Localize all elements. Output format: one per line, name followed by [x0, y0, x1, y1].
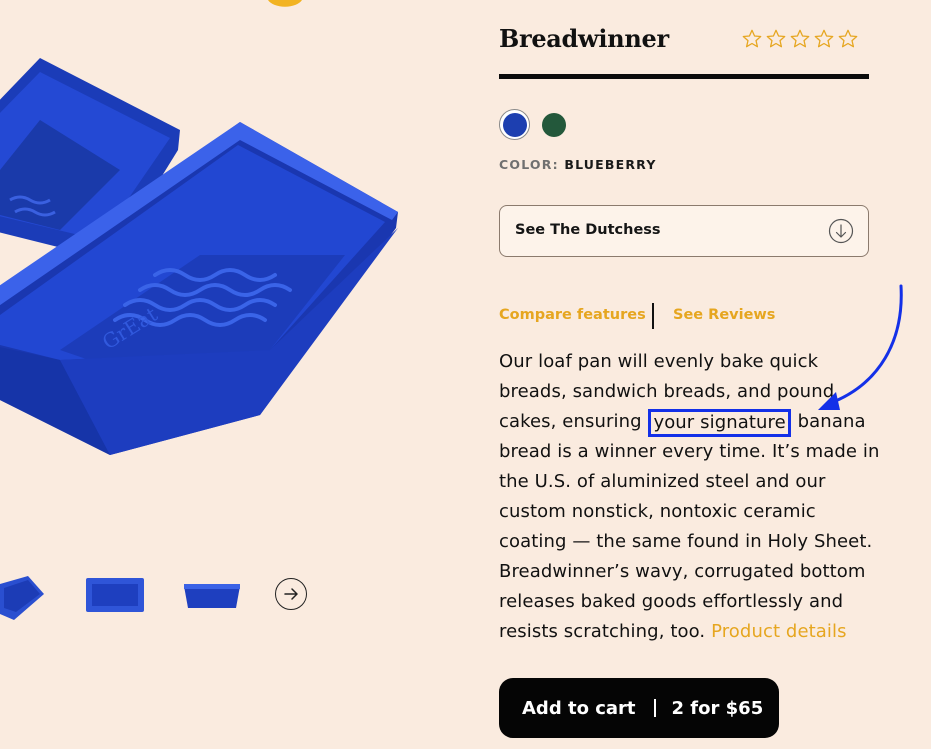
- thumbnail-side[interactable]: [182, 566, 242, 626]
- description-line: the U.S. of aluminized steel and our: [499, 471, 826, 492]
- description-line: resists scratching, too. Product details: [499, 617, 871, 647]
- thumbnail-angle[interactable]: [0, 566, 50, 626]
- star-icon[interactable]: [741, 28, 763, 50]
- selected-color: COLOR: BLUEBERRY: [499, 157, 657, 172]
- description-text: resists scratching, too.: [499, 621, 706, 642]
- arrow-right-icon: [284, 588, 298, 600]
- product-hero-image: GrEat: [0, 0, 470, 540]
- description-text: cakes, ensuring: [499, 411, 648, 432]
- add-to-cart-label: Add to cart: [522, 697, 636, 719]
- dropdown-label: See The Dutchess: [515, 222, 661, 238]
- annotation-arrow-icon: [818, 284, 903, 410]
- description-line: custom nonstick, nontoxic ceramic: [499, 501, 816, 522]
- star-icon[interactable]: [837, 28, 859, 50]
- star-icon[interactable]: [789, 28, 811, 50]
- description-line: Breadwinner’s wavy, corrugated bottom: [499, 561, 866, 582]
- title-row: Breadwinner: [499, 24, 869, 64]
- rating-stars[interactable]: [741, 28, 859, 50]
- color-value: BLUEBERRY: [564, 157, 657, 172]
- product-title: Breadwinner: [499, 24, 669, 53]
- swatch-color: [502, 112, 527, 137]
- product-details-link[interactable]: Product details: [711, 621, 847, 642]
- star-icon[interactable]: [813, 28, 835, 50]
- color-label: COLOR:: [499, 157, 559, 172]
- see-reviews-link[interactable]: See Reviews: [673, 307, 775, 323]
- description-line: releases baked goods effortlessly and: [499, 591, 844, 612]
- highlighted-phrase: your signature: [648, 409, 791, 437]
- deal-label: 2 for $65: [671, 697, 764, 719]
- description-line: bread is a winner every time. It’s made …: [499, 441, 880, 462]
- star-icon[interactable]: [765, 28, 787, 50]
- title-divider: [499, 74, 869, 79]
- links-divider: [652, 303, 654, 329]
- add-to-cart-button[interactable]: Add to cart 2 for $65: [499, 678, 779, 738]
- arrow-down-circle-icon: [828, 218, 854, 244]
- loaf-pan-illustration: GrEat: [0, 0, 398, 455]
- swatch-blueberry[interactable]: [499, 109, 530, 140]
- swatch-color: [541, 112, 566, 137]
- swatch-green[interactable]: [538, 109, 569, 140]
- description-line: coating — the same found in Holy Sheet.: [499, 531, 873, 552]
- variant-dropdown[interactable]: See The Dutchess: [499, 205, 869, 257]
- thumbnail-top[interactable]: [84, 566, 146, 626]
- compare-features-link[interactable]: Compare features: [499, 307, 646, 323]
- thumbnail-strip: [0, 566, 330, 626]
- cart-button-separator: [653, 699, 656, 717]
- next-image-button[interactable]: [275, 578, 307, 610]
- color-swatches: [499, 109, 569, 140]
